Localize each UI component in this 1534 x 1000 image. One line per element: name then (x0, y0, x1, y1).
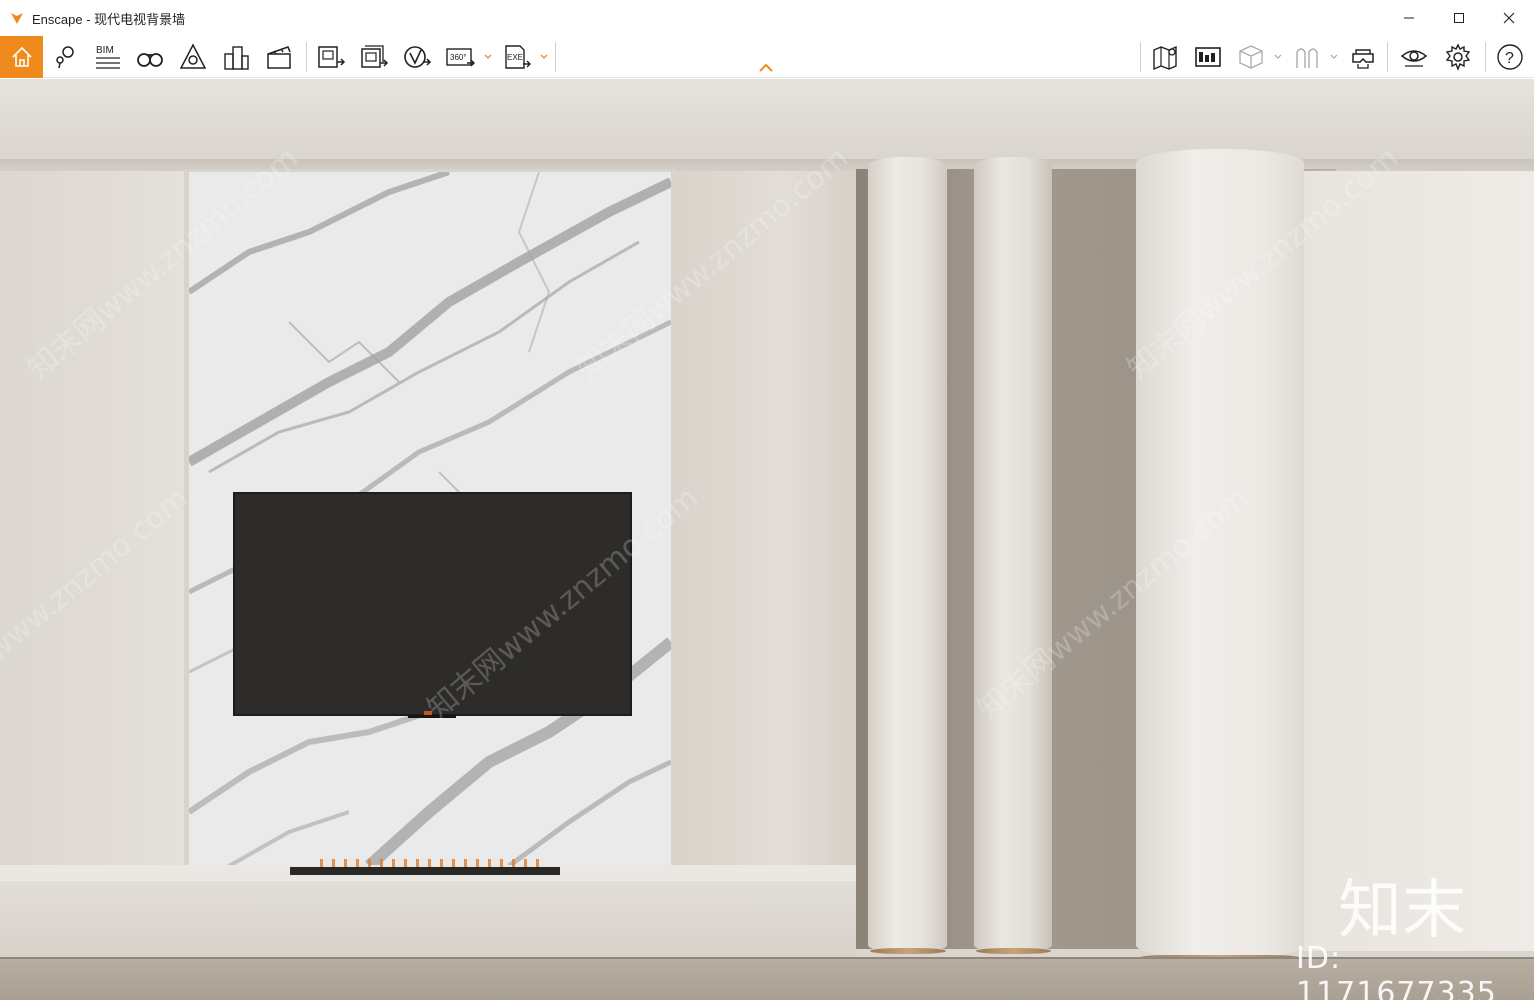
chevron-down-icon (484, 54, 492, 59)
navigation-button[interactable] (175, 40, 211, 74)
batch-render-button[interactable] (356, 40, 392, 74)
panorama-button[interactable]: 360° (442, 40, 478, 74)
cube-button[interactable] (1233, 40, 1269, 74)
toolbar-separator (306, 42, 307, 72)
help-icon: ? (1497, 44, 1523, 70)
live-link-button[interactable] (47, 40, 83, 74)
svg-text:EXE: EXE (507, 53, 523, 62)
id-watermark: ID: 1171677335 (1296, 941, 1497, 1000)
buildings-button[interactable] (218, 40, 254, 74)
render-viewport[interactable]: 知末网www.znzmo.com 知末网www.znzmo.com 知末网www… (0, 79, 1534, 1000)
asset-library-icon (1296, 48, 1318, 68)
toolbar-separator (1485, 42, 1486, 72)
svg-text:?: ? (1505, 50, 1514, 67)
cube-dropdown-caret[interactable] (1273, 50, 1283, 64)
help-button[interactable]: ? (1492, 40, 1528, 74)
wall-column (868, 157, 947, 953)
fireplace-flames (320, 859, 540, 867)
video-editor-button[interactable] (261, 40, 297, 74)
fireplace-slot (290, 867, 560, 875)
title-bar: Enscape - 现代电视背景墙 (0, 0, 1534, 36)
asset-dropdown-caret[interactable] (1329, 50, 1339, 64)
cube-icon (1239, 45, 1263, 69)
chevron-up-icon (759, 63, 773, 72)
export-dropdown-caret[interactable] (539, 50, 549, 64)
enscape-logo-icon (8, 9, 26, 27)
view-management-icon (1195, 47, 1221, 67)
minimize-button[interactable] (1384, 0, 1434, 36)
render-image-button[interactable] (313, 40, 349, 74)
navigation-icon (179, 43, 207, 69)
chevron-down-icon (1330, 54, 1338, 59)
svg-text:BIM: BIM (96, 45, 114, 56)
chevron-down-icon (1274, 54, 1282, 59)
bim-icon: BIM (96, 45, 120, 69)
panorama-dropdown-caret[interactable] (483, 50, 493, 64)
bim-button[interactable]: BIM (89, 40, 125, 74)
toolbar-separator (1140, 42, 1141, 72)
render-video-icon (404, 46, 432, 68)
export-button[interactable]: EXE (499, 40, 535, 74)
ceiling (0, 79, 1534, 171)
visual-settings-button[interactable] (1396, 40, 1432, 74)
vr-headset-icon (1352, 49, 1374, 69)
pin-icon (56, 46, 74, 69)
clapperboard-icon (267, 46, 291, 69)
brass-base (870, 948, 946, 954)
buildings-icon (224, 46, 249, 70)
render-video-button[interactable] (399, 40, 435, 74)
toolbar-separator (1387, 42, 1388, 72)
home-button[interactable] (0, 36, 43, 78)
eye-icon (1400, 50, 1428, 67)
toolbar-separator (555, 42, 556, 72)
map-button[interactable] (1147, 40, 1183, 74)
asset-library-button[interactable] (1289, 40, 1325, 74)
batch-render-icon (361, 45, 389, 68)
view-management-button[interactable] (1190, 40, 1226, 74)
toolbar: BIM 360° EXE ? (0, 36, 1534, 78)
svg-text:360°: 360° (450, 53, 467, 62)
map-icon (1153, 45, 1177, 71)
close-button[interactable] (1484, 0, 1534, 36)
wall-column (974, 157, 1052, 953)
collapse-toolbar-button[interactable] (757, 62, 775, 74)
binoculars-icon (137, 53, 163, 67)
window-title: Enscape - 现代电视背景墙 (32, 11, 186, 27)
export-exe-icon: EXE (505, 45, 531, 69)
settings-button[interactable] (1440, 40, 1476, 74)
brass-base (976, 948, 1051, 954)
settings-icon (1445, 43, 1471, 71)
render-image-icon (318, 46, 346, 68)
panorama-icon: 360° (446, 48, 475, 67)
maximize-button[interactable] (1434, 0, 1484, 36)
vr-headset-button[interactable] (1345, 40, 1381, 74)
home-icon (11, 46, 32, 67)
brand-watermark: 知末 (1338, 874, 1466, 948)
walk-mode-button[interactable] (132, 40, 168, 74)
right-wall (1300, 171, 1534, 951)
chevron-down-icon (540, 54, 548, 59)
